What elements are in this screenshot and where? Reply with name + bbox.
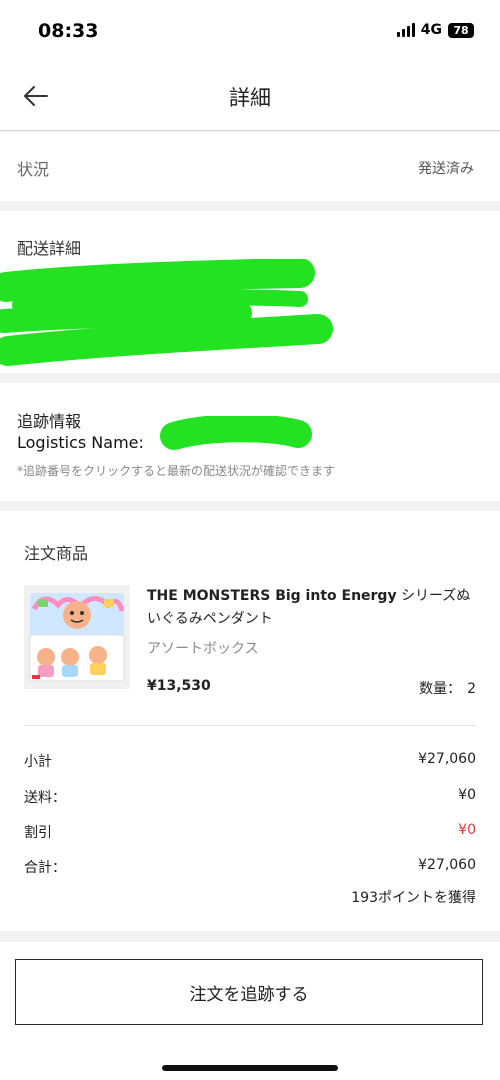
product-name-en: THE MONSTERS Big into Energy <box>147 588 397 604</box>
shipping-label: 送料： <box>24 790 66 806</box>
subtotal-value: ¥27,060 <box>418 751 476 767</box>
delivery-details-section: 配送詳細 <box>0 211 500 373</box>
redacted-logistics-name[interactable] <box>158 416 318 458</box>
status-label: 状況 <box>17 160 50 179</box>
divider <box>24 725 476 726</box>
status-indicators: 4G 78 <box>396 22 474 38</box>
quantity-value: 2 <box>467 681 476 697</box>
redacted-address <box>0 259 333 366</box>
total-label: 合計： <box>24 860 66 876</box>
status-section: 状況 発送済み <box>0 132 500 201</box>
product-price: ¥13,530 <box>147 678 211 694</box>
status-value: 発送済み <box>418 161 474 177</box>
shipping-row: 送料： ¥0 <box>24 787 476 809</box>
discount-row: 割引 ¥0 <box>24 822 476 844</box>
product-name[interactable]: THE MONSTERS Big into Energy シリーズぬいぐるみペン… <box>147 585 477 631</box>
order-items-section: 注文商品 THE MONSTERS Big into Energy シリーズぬい… <box>0 511 500 931</box>
discount-label: 割引 <box>24 825 52 841</box>
network-type: 4G <box>420 22 442 38</box>
bottom-action-bar: 注文を追跡する <box>0 942 500 1080</box>
subtotal-row: 小計 ¥27,060 <box>24 751 476 773</box>
delivery-details-title: 配送詳細 <box>17 239 82 258</box>
page-title: 詳細 <box>229 86 271 110</box>
order-items-title: 注文商品 <box>24 544 89 563</box>
battery-icon: 78 <box>448 22 474 38</box>
points-earned: 193ポイントを獲得 <box>351 890 476 906</box>
home-indicator[interactable] <box>162 1065 338 1071</box>
product-image[interactable] <box>24 585 130 689</box>
page-header: 詳細 <box>0 62 500 131</box>
shipping-value: ¥0 <box>458 787 476 803</box>
tracking-note: *追跡番号をクリックすると最新の配送状況が確認できます <box>17 464 336 478</box>
tracking-title: 追跡情報 <box>17 412 82 431</box>
status-time: 08:33 <box>38 20 99 42</box>
product-quantity: 数量： 2 <box>419 678 476 698</box>
logistics-name-label: Logistics Name: <box>17 433 144 452</box>
signal-icon <box>396 23 415 37</box>
total-value: ¥27,060 <box>418 857 476 873</box>
quantity-label: 数量： <box>419 681 462 697</box>
track-order-button[interactable]: 注文を追跡する <box>15 959 483 1025</box>
total-row: 合計： ¥27,060 <box>24 857 476 879</box>
status-bar: 08:33 4G 78 <box>0 0 500 62</box>
subtotal-label: 小計 <box>24 754 52 770</box>
product-variant: アソートボックス <box>147 641 259 657</box>
tracking-section: 追跡情報 Logistics Name: *追跡番号をクリックすると最新の配送状… <box>0 383 500 501</box>
discount-value: ¥0 <box>458 822 476 838</box>
